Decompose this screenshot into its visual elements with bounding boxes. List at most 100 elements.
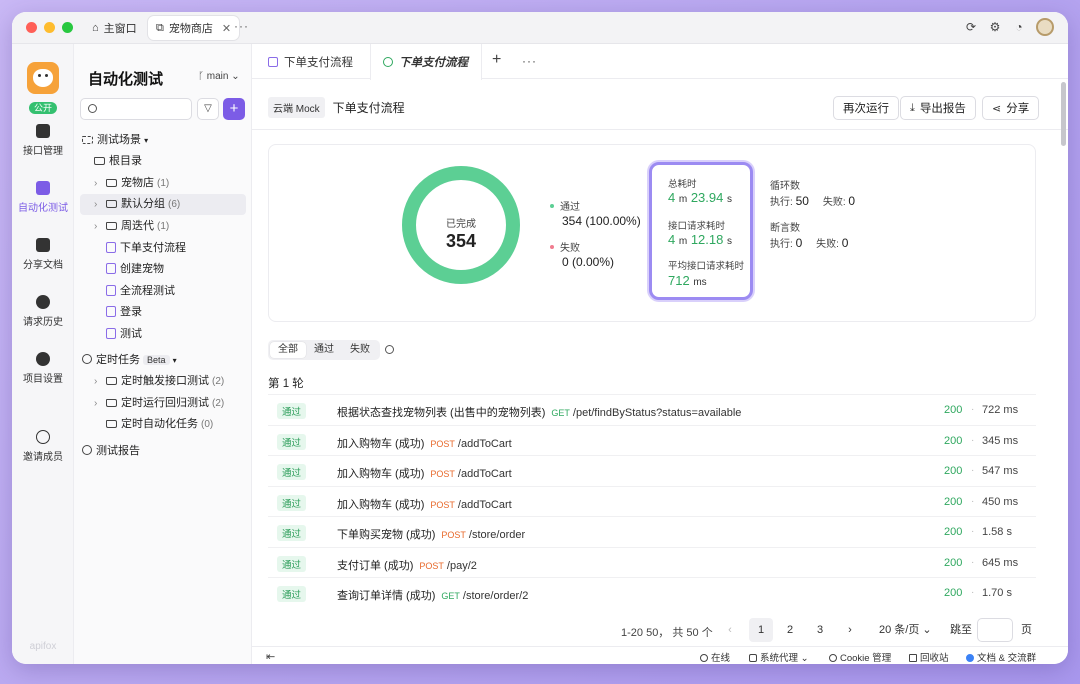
- page-2-button[interactable]: 2: [778, 618, 802, 642]
- filter-all[interactable]: 全部: [270, 342, 306, 358]
- tree-node-label: 宠物店: [121, 177, 154, 189]
- rail-item-automation[interactable]: 自动化测试: [12, 181, 74, 214]
- share-button[interactable]: ⋖ 分享: [982, 96, 1040, 120]
- bell-icon[interactable]: ◔: [1012, 20, 1026, 34]
- rail-item-project-settings[interactable]: 项目设置: [12, 352, 74, 385]
- folder-icon: [106, 399, 117, 407]
- rail-item-invite[interactable]: 邀请成员: [12, 430, 74, 463]
- window-controls: [26, 22, 73, 33]
- docs-community[interactable]: 文档 & 交流群: [966, 650, 1036, 664]
- tree-section-scheduled[interactable]: 定时任务 Beta ▾: [82, 350, 177, 371]
- editor-tab-active[interactable]: 下单支付流程: [370, 44, 482, 80]
- pass-legend: 通过: [550, 198, 580, 213]
- tree-search-input[interactable]: [101, 101, 187, 117]
- minimize-window-button[interactable]: [44, 22, 55, 33]
- result-row[interactable]: 通过 加入购物车 (成功) POST/addToCart 200 · 547 ms: [268, 455, 1036, 486]
- alarm-clock-icon: [82, 354, 92, 364]
- test-case-icon: [106, 242, 116, 253]
- rail-item-api-management[interactable]: 接口管理: [12, 124, 74, 157]
- tree-section-reports[interactable]: 测试报告: [82, 441, 140, 462]
- gear-icon[interactable]: ⚙: [988, 20, 1002, 34]
- tree-node-root[interactable]: 根目录: [94, 151, 142, 172]
- editor-tab[interactable]: 下单支付流程: [256, 44, 365, 79]
- result-row[interactable]: 通过 根据状态查找宠物列表 (出售中的宠物列表) GET/pet/findBySt…: [268, 394, 1036, 425]
- caret-down-icon: ▾: [144, 136, 149, 145]
- refresh-icon[interactable]: ⟳: [964, 20, 978, 34]
- tree-node-case[interactable]: 创建宠物: [106, 259, 164, 280]
- new-tab-icon[interactable]: +: [492, 51, 501, 69]
- folder-icon: [106, 222, 117, 230]
- public-badge: 公开: [29, 102, 58, 114]
- window-tab-pet-store[interactable]: ⧉ 宠物商店 ✕: [148, 16, 240, 40]
- status-label: 系统代理: [760, 653, 799, 664]
- add-button[interactable]: +: [223, 98, 245, 120]
- page-size-select[interactable]: 20 条/页 ⌄: [879, 618, 932, 642]
- unit: s: [727, 236, 732, 247]
- report-status-icon: [383, 57, 393, 67]
- response-time: 1.58 s: [982, 526, 1012, 538]
- tree-node-count: (2): [212, 376, 225, 387]
- filter-button[interactable]: ▽: [197, 98, 219, 120]
- collapse-sidebar-icon[interactable]: ⇤: [266, 650, 275, 663]
- project-logo[interactable]: [27, 62, 59, 94]
- stat-label: 执行:: [770, 197, 793, 208]
- filter-fail[interactable]: 失败: [342, 342, 378, 358]
- round-title: 第 1 轮: [268, 378, 304, 390]
- online-status[interactable]: 在线: [700, 650, 730, 664]
- cookie-manager[interactable]: Cookie 管理: [829, 650, 891, 664]
- result-row[interactable]: 通过 加入购物车 (成功) POST/addToCart 200 · 345 ms: [268, 424, 1036, 456]
- response-time: 547 ms: [982, 465, 1019, 477]
- user-avatar[interactable]: [1036, 18, 1054, 36]
- next-page-button[interactable]: ›: [838, 618, 862, 642]
- tree-node-case[interactable]: 下单支付流程: [106, 238, 186, 259]
- branch-selector[interactable]: ᚴ main ⌄: [198, 71, 240, 82]
- maximize-window-button[interactable]: [62, 22, 73, 33]
- window-tab-main[interactable]: ⌂ 主窗口: [84, 16, 145, 40]
- title-bar-actions: ⟳ ⚙ ◔: [964, 18, 1054, 36]
- tree-node-folder[interactable]: › 周迭代 (1): [94, 216, 244, 237]
- scrollbar[interactable]: [1061, 82, 1066, 146]
- tree-node-case[interactable]: 全流程测试: [106, 281, 175, 302]
- jump-label: 跳至: [950, 624, 972, 636]
- automation-icon: [36, 181, 50, 195]
- tree-node-folder[interactable]: › 宠物店 (1): [94, 173, 244, 194]
- result-row[interactable]: 通过 支付订单 (成功) POST/pay/2 200 · 645 ms: [268, 546, 1036, 578]
- tree-node-case[interactable]: 测试: [106, 324, 142, 345]
- result-row[interactable]: 通过 查询订单详情 (成功) GET/store/order/2 200 · 1.7…: [268, 577, 1036, 608]
- total-time-label: 总耗时: [668, 179, 697, 190]
- close-tab-icon[interactable]: ✕: [222, 22, 231, 35]
- tree-node-folder[interactable]: › 默认分组 (6): [80, 194, 246, 215]
- result-row[interactable]: 通过 下单购买宠物 (成功) POST/store/order 200 · 1.58…: [268, 516, 1036, 547]
- http-method: POST: [430, 469, 455, 479]
- page-1-button[interactable]: 1: [749, 618, 773, 642]
- request-info: 根据状态查找宠物列表 (出售中的宠物列表) GET/pet/findByStatu…: [337, 404, 741, 420]
- more-icon[interactable]: ···: [522, 54, 537, 68]
- jump-page-input[interactable]: [977, 618, 1013, 642]
- tree-node-case[interactable]: 登录: [106, 302, 142, 323]
- close-window-button[interactable]: [26, 22, 37, 33]
- editor-tab-label: 下单支付流程: [399, 57, 468, 69]
- rail-item-history[interactable]: 请求历史: [12, 295, 74, 328]
- tree-node-schedule[interactable]: › 定时运行回归测试 (2): [94, 393, 224, 414]
- export-report-button[interactable]: ⤓ 导出报告: [900, 96, 976, 120]
- assert-exec-value: 0: [795, 236, 803, 250]
- proxy-settings[interactable]: 系统代理 ⌄: [749, 650, 809, 664]
- api-time-sec: 12.18: [690, 232, 724, 247]
- result-row[interactable]: 通过 加入购物车 (成功) POST/addToCart 200 · 450 ms: [268, 485, 1036, 517]
- tree-node-label: 测试场景: [97, 134, 141, 146]
- tree-node-schedule[interactable]: 定时自动化任务 (0): [106, 414, 213, 435]
- rail-item-share-docs[interactable]: 分享文档: [12, 238, 74, 271]
- stat-label: 执行:: [770, 239, 793, 250]
- home-icon: ⌂: [92, 22, 99, 34]
- stat-label: 失败:: [822, 197, 846, 208]
- filter-pass[interactable]: 通过: [306, 342, 342, 358]
- trash-bin[interactable]: 回收站: [909, 650, 949, 664]
- tree-node-schedule[interactable]: › 定时触发接口测试 (2): [94, 371, 224, 392]
- search-icon[interactable]: [385, 345, 394, 354]
- more-tabs-icon[interactable]: ···: [234, 19, 249, 33]
- prev-page-button[interactable]: ‹: [718, 618, 742, 642]
- page-3-button[interactable]: 3: [808, 618, 832, 642]
- tree-search[interactable]: [80, 98, 192, 120]
- tree-section-scenarios[interactable]: 测试场景 ▾: [82, 130, 148, 151]
- rerun-button[interactable]: 再次运行: [833, 96, 899, 120]
